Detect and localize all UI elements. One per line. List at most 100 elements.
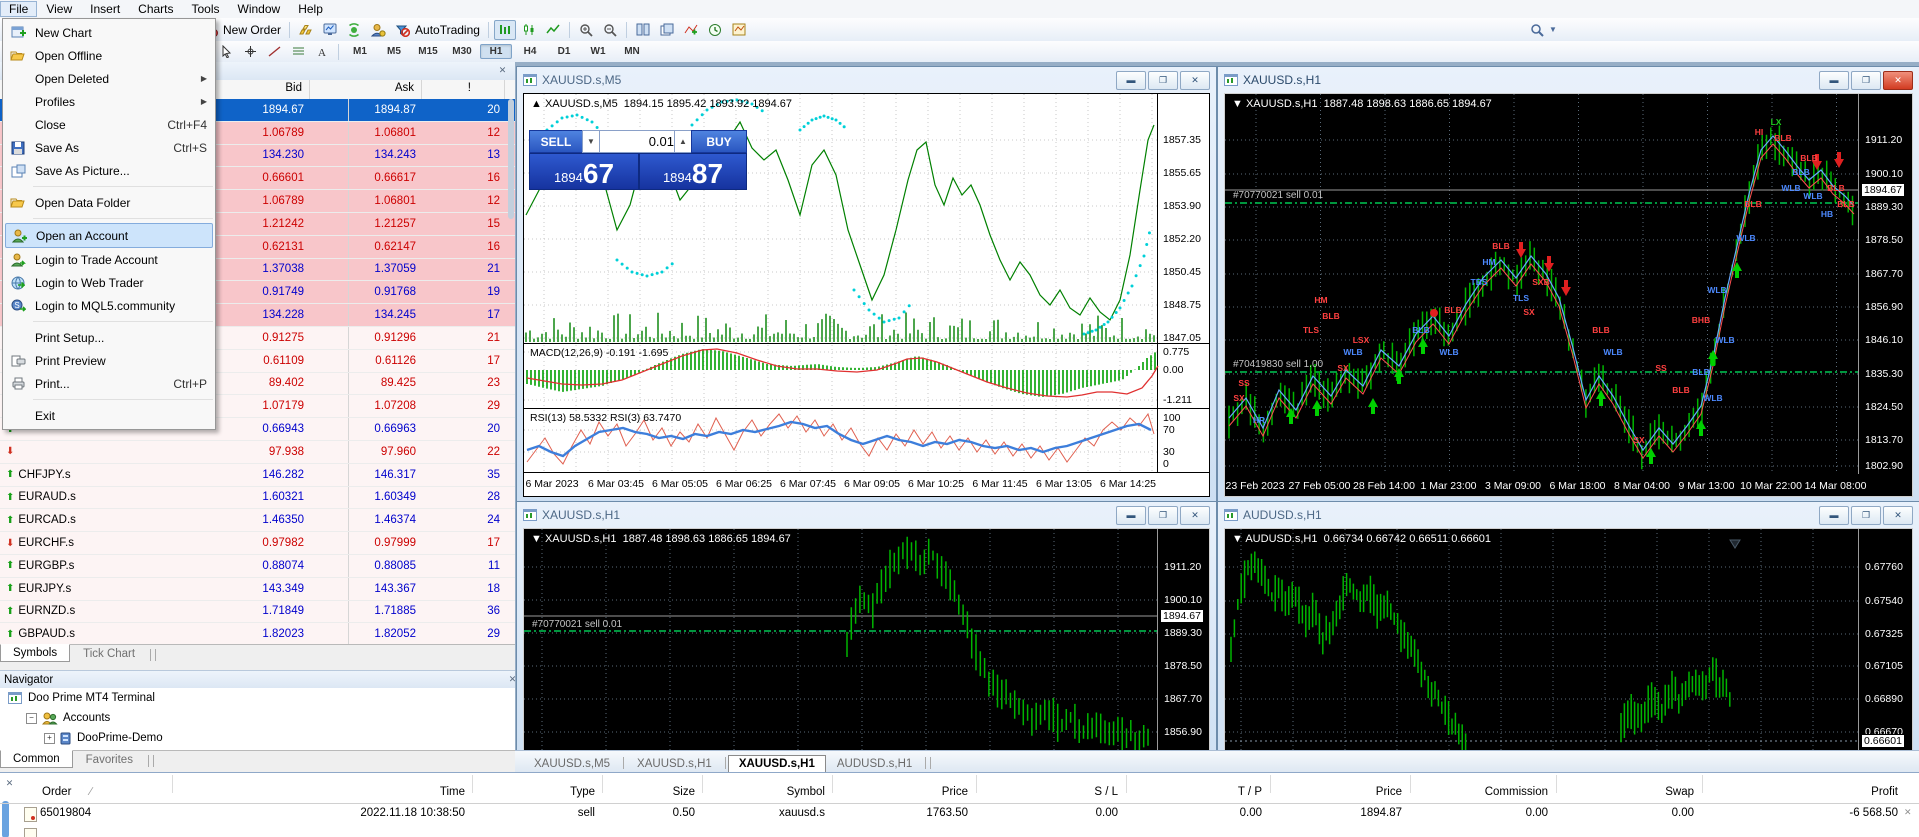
- menu-view[interactable]: View: [37, 1, 81, 17]
- text-icon[interactable]: A: [311, 42, 333, 62]
- timeframe-w1[interactable]: W1: [582, 44, 614, 59]
- market-watch-row[interactable]: ⬆EURJPY.s143.349143.36718: [0, 578, 515, 601]
- tree-item-dooprime-demo[interactable]: +DooPrime-Demo: [0, 728, 515, 748]
- market-watch-row[interactable]: ⬇97.93897.96022: [0, 441, 515, 464]
- market-watch-row[interactable]: ⬆EURAUD.s1.603211.6034928: [0, 487, 515, 510]
- window-titlebar[interactable]: XAUUSD.s,H1 ▬ ❐ ✕: [517, 502, 1216, 528]
- timeframe-d1[interactable]: D1: [548, 44, 580, 59]
- menu-tools[interactable]: Tools: [183, 1, 229, 17]
- chart-area-m5[interactable]: ▲ XAUUSD.s,M5 1894.15 1895.42 1893.92 18…: [523, 93, 1210, 497]
- volume-input[interactable]: 0.01: [599, 130, 681, 153]
- file-menu-item-login-to-mql5-community[interactable]: SLogin to MQL5.community: [3, 294, 215, 317]
- minimize-button[interactable]: ▬: [1116, 506, 1146, 525]
- timeframe-h1[interactable]: H1: [480, 44, 512, 59]
- periods-icon[interactable]: [704, 20, 726, 40]
- menu-window[interactable]: Window: [229, 1, 290, 17]
- cascade-icon[interactable]: [656, 20, 678, 40]
- collapse-icon[interactable]: −: [26, 713, 37, 724]
- sell-price-panel[interactable]: 189467: [529, 153, 639, 190]
- market-watch-scrollbar[interactable]: [508, 99, 514, 219]
- indicators-icon[interactable]: [680, 20, 702, 40]
- accounts-gear-icon[interactable]: [367, 20, 389, 40]
- menu-help[interactable]: Help: [289, 1, 332, 17]
- file-menu-item-exit[interactable]: Exit: [3, 404, 215, 427]
- restore-button[interactable]: ❐: [1148, 71, 1178, 90]
- restore-button[interactable]: ❐: [1851, 71, 1881, 90]
- bars-icon[interactable]: [494, 20, 516, 40]
- timeframe-m5[interactable]: M5: [378, 44, 410, 59]
- volume-step-icon[interactable]: ▲: [674, 130, 692, 153]
- zoom-out-icon[interactable]: [599, 20, 621, 40]
- buy-button[interactable]: BUY: [691, 130, 747, 153]
- chart-area-h1-bottom[interactable]: ▼ XAUUSD.s,H1 1887.48 1898.63 1886.65 18…: [523, 528, 1210, 769]
- file-menu-item-profiles[interactable]: Profiles▶: [3, 90, 215, 113]
- market-watch-row[interactable]: ⬆EURNZD.s1.718491.7188536: [0, 601, 515, 624]
- file-menu-item-close[interactable]: CloseCtrl+F4: [3, 113, 215, 136]
- window-titlebar[interactable]: AUDUSD.s,H1 ▬ ❐ ✕: [1218, 502, 1919, 528]
- tree-item-accounts[interactable]: −Accounts: [0, 708, 515, 728]
- order-row[interactable]: 650198042022.11.18 10:38:50sell0.50xauus…: [0, 804, 1919, 824]
- menu-insert[interactable]: Insert: [81, 1, 129, 17]
- timeframe-m1[interactable]: M1: [344, 44, 376, 59]
- cursor-icon[interactable]: [215, 42, 237, 62]
- search-dropdown-icon[interactable]: ▼: [1549, 25, 1559, 34]
- fib-icon[interactable]: [287, 42, 309, 62]
- market-watch-close-icon[interactable]: ✕: [496, 64, 509, 77]
- candles-icon[interactable]: [518, 20, 540, 40]
- close-button[interactable]: ✕: [1180, 506, 1210, 525]
- tab-tick-chart[interactable]: Tick Chart: [70, 645, 148, 663]
- minimize-button[interactable]: ▬: [1819, 71, 1849, 90]
- file-menu-item-save-as[interactable]: Save AsCtrl+S: [3, 136, 215, 159]
- new-order-button[interactable]: New Order: [223, 23, 281, 37]
- restore-button[interactable]: ❐: [1851, 506, 1881, 525]
- market-watch-row[interactable]: ⬆EURGBP.s0.880740.8808511: [0, 555, 515, 578]
- restore-button[interactable]: ❐: [1148, 506, 1178, 525]
- autotrading-button[interactable]: AutoTrading: [415, 23, 480, 37]
- chart-tab-3[interactable]: AUDUSD.s,H1: [826, 755, 923, 773]
- window-titlebar[interactable]: XAUUSD.s,H1 ▬ ❐ ✕: [1218, 67, 1919, 93]
- tab-symbols[interactable]: Symbols: [0, 644, 70, 662]
- market-watch-row[interactable]: ⬆CHFJPY.s146.282146.31735: [0, 464, 515, 487]
- market-watch-row[interactable]: ⬆EURCAD.s1.463501.4637424: [0, 509, 515, 532]
- templates-icon[interactable]: [728, 20, 750, 40]
- autotrading-icon[interactable]: [391, 20, 413, 40]
- file-menu-item-save-as-picture-[interactable]: Save As Picture...: [3, 159, 215, 182]
- menu-charts[interactable]: Charts: [129, 1, 182, 17]
- experts-icon[interactable]: [319, 20, 341, 40]
- file-menu-item-open-deleted[interactable]: Open Deleted▶: [3, 67, 215, 90]
- search-icon[interactable]: [1526, 20, 1548, 40]
- chart-tab-2[interactable]: XAUUSD.s,H1: [728, 755, 826, 773]
- chart-tab-0[interactable]: XAUUSD.s,M5: [523, 755, 621, 773]
- close-button[interactable]: ✕: [1883, 506, 1913, 525]
- close-button[interactable]: ✕: [1180, 71, 1210, 90]
- close-button[interactable]: ✕: [1883, 71, 1913, 90]
- tree-item-doo-prime-mt4-terminal[interactable]: Doo Prime MT4 Terminal: [0, 688, 515, 708]
- crosshair-icon[interactable]: [239, 42, 261, 62]
- file-menu-item-login-to-trade-account[interactable]: Login to Trade Account: [3, 248, 215, 271]
- close-order-icon[interactable]: ✕: [1904, 807, 1912, 818]
- menu-file[interactable]: File: [0, 1, 37, 17]
- timeframe-mn[interactable]: MN: [616, 44, 648, 59]
- timeframe-h4[interactable]: H4: [514, 44, 546, 59]
- order-row[interactable]: [0, 825, 1919, 837]
- file-menu-item-open-an-account[interactable]: Open an Account: [5, 223, 213, 248]
- tab-common[interactable]: Common: [0, 750, 73, 768]
- window-titlebar[interactable]: XAUUSD.s,M5 ▬ ❐ ✕: [517, 67, 1216, 93]
- expand-icon[interactable]: +: [44, 733, 55, 744]
- file-menu-item-print-preview[interactable]: Print Preview: [3, 349, 215, 372]
- market-watch-row[interactable]: ⬆GBPAUD.s1.820231.8205229: [0, 623, 515, 644]
- timeframe-m30[interactable]: M30: [446, 44, 478, 59]
- tab-favorites[interactable]: Favorites: [73, 751, 146, 769]
- sell-button[interactable]: SELL: [529, 130, 583, 153]
- file-menu-item-open-data-folder[interactable]: Open Data Folder: [3, 191, 215, 214]
- zoom-in-icon[interactable]: [575, 20, 597, 40]
- chart-area-audusd[interactable]: ▼ AUDUSD.s,H1 0.66734 0.66742 0.66511 0.…: [1224, 528, 1913, 769]
- file-menu-item-print-[interactable]: Print...Ctrl+P: [3, 372, 215, 395]
- file-menu-item-new-chart[interactable]: New Chart: [3, 21, 215, 44]
- timeframe-m15[interactable]: M15: [412, 44, 444, 59]
- minimize-button[interactable]: ▬: [1116, 71, 1146, 90]
- order-type-dropdown-icon[interactable]: ▼: [582, 130, 600, 153]
- minimize-button[interactable]: ▬: [1819, 506, 1849, 525]
- chart-tab-1[interactable]: XAUUSD.s,H1: [626, 755, 723, 773]
- file-menu-item-print-setup-[interactable]: Print Setup...: [3, 326, 215, 349]
